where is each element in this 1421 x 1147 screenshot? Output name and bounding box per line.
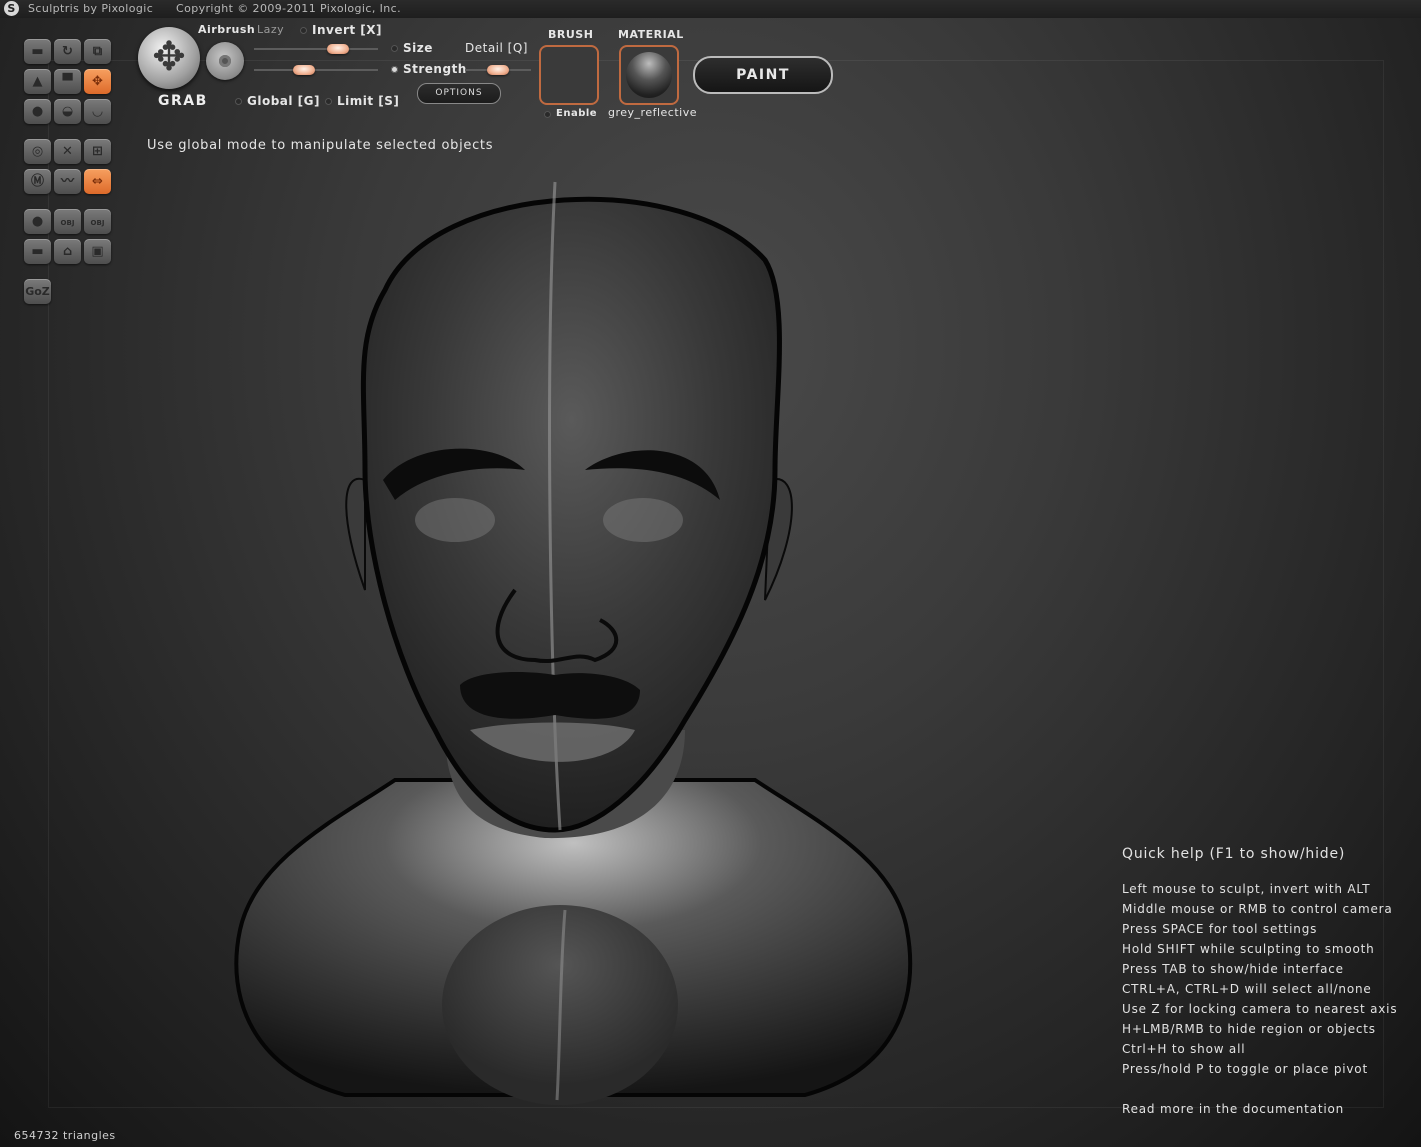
symmetry-button[interactable]: ⇔ [84,169,111,194]
quick-help-line: Middle mouse or RMB to control camera [1122,902,1393,916]
size-slider-knob[interactable] [327,44,350,54]
reduce-button[interactable]: ✕ [54,139,81,164]
quick-help-line: Hold SHIFT while sculpting to smooth [1122,942,1375,956]
detail-slider-knob[interactable] [487,65,509,75]
inflate-tool-button[interactable]: ▲ [24,69,51,94]
quick-help-line: CTRL+A, CTRL+D will select all/none [1122,982,1372,996]
invert-label: Invert [X] [312,23,383,37]
grab-tool-button[interactable]: ✥ [84,69,111,94]
export-obj-button[interactable]: OBJ [84,209,111,234]
import-obj-button[interactable]: OBJ [54,209,81,234]
material-preview [626,52,672,98]
wireframe-button[interactable]: ⊞ [84,139,111,164]
quick-help-line: H+LMB/RMB to hide region or objects [1122,1022,1376,1036]
airbrush-label: Airbrush [198,23,256,36]
strength-slider[interactable] [254,69,378,71]
quick-help-line: Ctrl+H to show all [1122,1042,1246,1056]
scale-tool-button[interactable]: ⧉ [84,39,111,64]
options-button[interactable]: OPTIONS [417,83,501,104]
paint-button[interactable]: PAINT [693,56,833,94]
quick-help-line: Press SPACE for tool settings [1122,922,1318,936]
size-toggle[interactable] [391,45,398,52]
quick-help-line: Press/hold P to toggle or place pivot [1122,1062,1368,1076]
quick-help-title: Quick help (F1 to show/hide) [1122,846,1346,862]
flatten-tool-button[interactable]: ▀ [54,69,81,94]
save-button[interactable]: ▣ [84,239,111,264]
size-slider[interactable] [254,48,378,50]
sculptris-logo-icon: S [4,1,19,16]
quick-help-panel: Quick help (F1 to show/hide) Left mouse … [1122,846,1397,1119]
sphere-button[interactable]: ● [24,209,51,234]
sculpt-model[interactable] [215,170,935,1120]
brush-enable-label: Enable [556,108,598,119]
new-scene-button[interactable]: ▬ [24,239,51,264]
detail-label: Detail [Q] [465,41,528,55]
rotate-tool-button[interactable]: ↻ [54,39,81,64]
wave-button[interactable]: 〰 [54,169,81,194]
strength-toggle[interactable] [391,66,398,73]
tool-name: GRAB [158,93,208,109]
quick-help-line: Use Z for locking camera to nearest axis [1122,1002,1398,1016]
airbrush-toggle[interactable] [206,42,244,80]
goz-button[interactable]: GoZ [24,279,51,304]
global-label: Global [G] [247,94,321,108]
material-swatch[interactable] [619,45,679,105]
crease-tool-button[interactable]: ◒ [54,99,81,124]
invert-toggle[interactable] [300,27,307,34]
documentation-link[interactable]: Read more in the documentation [1122,1099,1397,1119]
smooth-tool-button[interactable]: ◡ [84,99,111,124]
global-toggle[interactable] [235,98,242,105]
material-name: grey_reflective [608,106,697,119]
copyright-text: Copyright © 2009-2011 Pixologic, Inc. [176,2,401,15]
app-title: Sculptris by Pixologic [28,2,154,15]
mask-button[interactable]: Ⓜ [24,169,51,194]
triangle-count: 654732 triangles [14,1129,116,1142]
strength-slider-knob[interactable] [292,65,315,75]
material-label: MATERIAL [618,28,684,41]
draw-tool-button[interactable]: ▬ [24,39,51,64]
quick-help-line: Left mouse to sculpt, invert with ALT [1122,882,1371,896]
strength-label: Strength [403,62,467,76]
limit-toggle[interactable] [325,98,332,105]
brush-swatch[interactable] [539,45,599,105]
size-label: Size [403,41,433,55]
brush-label: BRUSH [548,28,594,41]
brush-enable-toggle[interactable] [544,111,551,118]
lazy-label: Lazy [257,23,285,36]
hint-text: Use global mode to manipulate selected o… [147,138,494,153]
subdivide-button[interactable]: ◎ [24,139,51,164]
grab-tool-icon: ✥ [138,27,200,89]
title-bar: S Sculptris by Pixologic Copyright © 200… [0,0,1421,18]
quick-help-line: Press TAB to show/hide interface [1122,962,1344,976]
pinch-tool-button[interactable]: ● [24,99,51,124]
open-button[interactable]: ⌂ [54,239,81,264]
limit-label: Limit [S] [337,94,400,108]
